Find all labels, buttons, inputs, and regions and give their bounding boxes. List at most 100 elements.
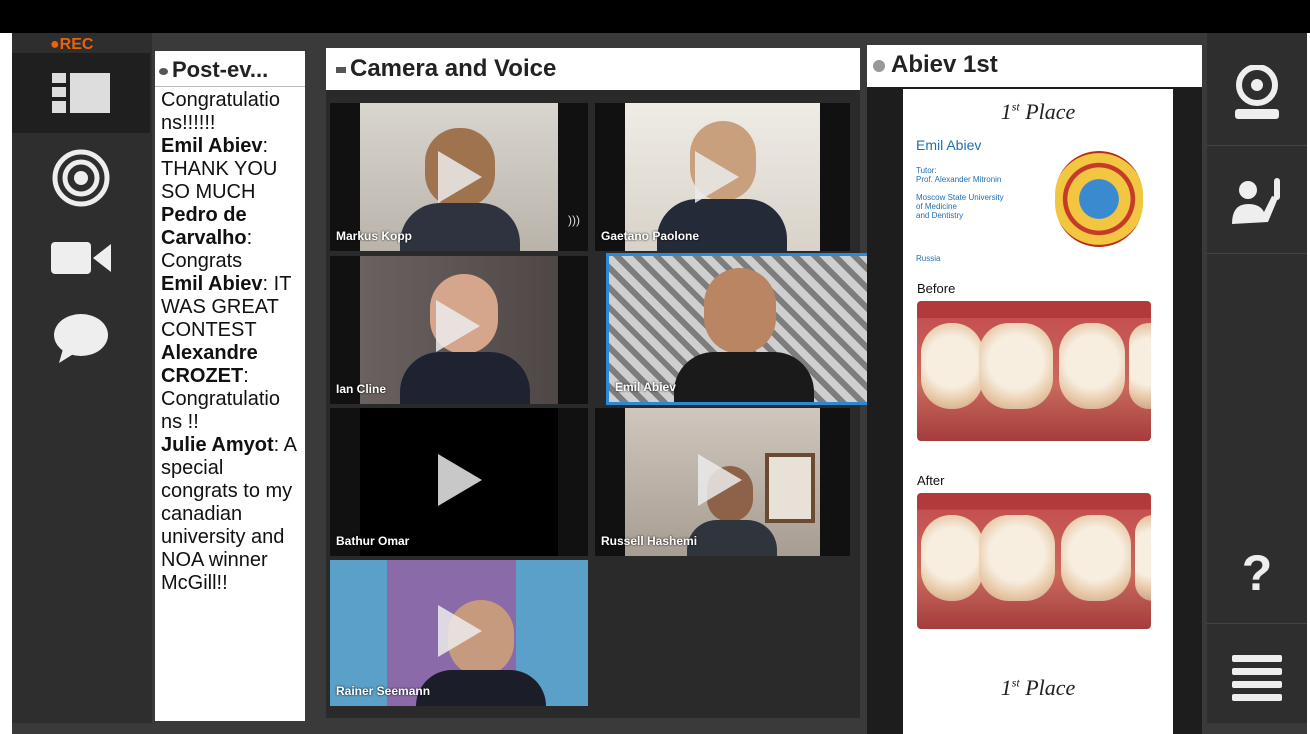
place-sup: st (1011, 99, 1020, 114)
chat-author: Alexandre CROZET (161, 342, 258, 387)
toolbar-divider (1207, 623, 1307, 624)
place-word: Place (1025, 675, 1076, 700)
chat-author: Emil Abiev (161, 273, 263, 295)
chat-icon (54, 314, 108, 363)
chat-messages[interactable]: Congratulatio ns!!!!!! Emil Abiev: THANK… (155, 87, 305, 595)
play-icon (695, 151, 739, 203)
toolbar-divider (1207, 145, 1307, 146)
chat-button[interactable] (12, 298, 150, 378)
left-toolbar: ●REC 4 7 (2, 33, 152, 723)
top-black-bar (0, 0, 1310, 33)
participant-head (704, 268, 776, 354)
chat-author: Emil Abiev (161, 135, 263, 157)
tooth (979, 515, 1055, 601)
help-icon: ? (1241, 545, 1273, 601)
chat-message: Congratulatio ns!!!!!! (161, 89, 299, 135)
broadcast-button[interactable] (12, 138, 150, 218)
slide-document: 1st Place Emil Abiev Tutor: Prof. Alexan… (903, 89, 1173, 734)
camera-title: Camera and Voice (326, 48, 860, 90)
participant-name: Gaetano Paolone (601, 229, 700, 243)
side-number-top: 4 (2, 143, 10, 158)
chat-author: Julie Amyot (161, 434, 274, 456)
chat-title: Post-ev... (155, 51, 305, 87)
participant-name: Emil Abiev (615, 380, 676, 394)
tooth (921, 323, 983, 409)
play-icon (438, 151, 482, 203)
tutor-name: Prof. Alexander Mitronin (916, 175, 1002, 184)
after-label: After (917, 473, 945, 488)
chat-message-text: Congrats (161, 250, 243, 272)
video-tile-russell[interactable]: Russell Hashemi (595, 408, 850, 556)
chat-message: Julie Amyot: A special congrats to my ca… (161, 434, 296, 594)
tooth (1129, 323, 1151, 409)
chat-message: Emil Abiev: THANK YOU SO MUCH (161, 135, 278, 203)
menu-button[interactable] (1207, 628, 1307, 728)
webinar-app: ●REC 4 7 Post-ev... Congratulatio ns!!!!… (2, 33, 1307, 734)
webcam-icon (1235, 65, 1279, 119)
participant-body (416, 670, 546, 706)
camera-button[interactable] (12, 218, 150, 298)
participant-body (400, 203, 520, 251)
chat-message-text: THANK YOU SO MUCH (161, 158, 278, 203)
before-image (917, 301, 1151, 441)
participant-body (674, 352, 814, 402)
chat-title-text: Post-ev... (172, 57, 269, 82)
participant-name: Rainer Seemann (336, 684, 431, 698)
chat-message-text: A special congrats to my canadian univer… (161, 434, 296, 594)
university-seal (1055, 151, 1143, 247)
tutor-label: Tutor: (916, 166, 937, 175)
university-line-2: of Medicine (916, 202, 957, 211)
layout-icon (52, 73, 110, 113)
chat-message-text: Congratulatio ns!!!!!! (161, 89, 280, 134)
target-icon (52, 149, 110, 207)
slide-panel: Abiev 1st 1st Place Emil Abiev Tutor: Pr… (867, 45, 1202, 734)
chat-message: Pedro de Carvalho: Congrats (161, 204, 253, 272)
tooth (1061, 515, 1131, 601)
video-tile-gaetano[interactable]: Gaetano Paolone (595, 103, 850, 251)
slide-title-text: Abiev 1st (891, 51, 998, 78)
raise-hand-button[interactable] (1207, 151, 1307, 251)
webcam-button[interactable] (1207, 43, 1307, 143)
camera-icon (51, 242, 111, 274)
before-label: Before (917, 281, 956, 296)
side-number-bottom: 7 (2, 228, 10, 243)
place-heading-bottom: 1st Place (903, 675, 1173, 701)
video-tile-bathur[interactable]: Bathur Omar (330, 408, 588, 556)
video-tile-ian[interactable]: Ian Cline (330, 256, 588, 404)
slide-title: Abiev 1st (867, 45, 1202, 87)
menu-icon (1232, 655, 1282, 701)
chat-panel: Post-ev... Congratulatio ns!!!!!! Emil A… (155, 51, 305, 721)
tooth (1135, 515, 1151, 601)
layout-button[interactable] (12, 53, 150, 133)
play-icon (698, 454, 742, 506)
tooth (921, 515, 983, 601)
university-line-1: Moscow State University (916, 193, 1004, 202)
toolbar-divider (1207, 253, 1307, 254)
place-word: Place (1025, 99, 1076, 124)
camera-title-text: Camera and Voice (350, 55, 557, 82)
play-icon (438, 454, 482, 506)
participant-name: Bathur Omar (336, 534, 410, 548)
place-sup: st (1011, 675, 1020, 690)
chat-message: Alexandre CROZET: Congratulatio ns !! (161, 342, 280, 433)
wall-frame (765, 453, 815, 523)
help-button[interactable]: ? (1207, 523, 1307, 623)
tooth (979, 323, 1053, 409)
video-tile-markus[interactable]: ))) Markus Kopp (330, 103, 588, 251)
chat-message: Emil Abiev: IT WAS GREAT CONTEST (161, 273, 292, 341)
right-toolbar: ? (1207, 33, 1307, 723)
video-tile-emil[interactable]: Emil Abiev (606, 253, 872, 405)
participant-name: Ian Cline (336, 382, 387, 396)
winner-name: Emil Abiev (916, 137, 982, 153)
play-icon (438, 605, 482, 657)
chat-author: Pedro de Carvalho (161, 204, 247, 249)
participant-name: Russell Hashemi (601, 534, 698, 548)
country: Russia (916, 254, 941, 263)
video-tile-rainer[interactable]: Rainer Seemann (330, 560, 588, 706)
chat-bubble-icon (159, 67, 168, 75)
speaking-icon: ))) (568, 213, 580, 227)
place-num: 1 (1000, 675, 1012, 700)
after-image (917, 493, 1151, 629)
camera-small-icon (336, 66, 346, 73)
participant-body (400, 352, 530, 404)
